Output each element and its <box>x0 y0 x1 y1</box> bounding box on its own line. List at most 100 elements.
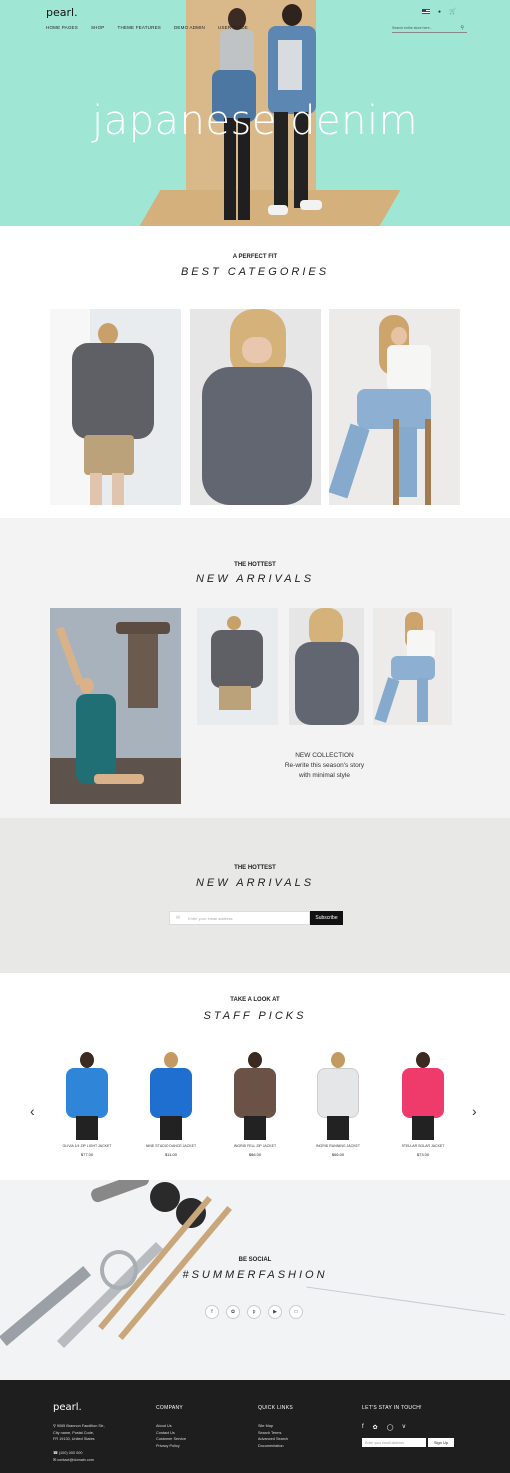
nav-demo-admin[interactable]: DEMO ADMIN <box>174 25 205 30</box>
carousel-prev-icon[interactable]: ‹ <box>30 1103 35 1119</box>
category-image-sweater-window[interactable] <box>50 309 181 505</box>
footer-address-line-2: City name, Postal Code, <box>53 1430 94 1435</box>
footer-address-line-3: FR 19130, United States <box>53 1437 95 1442</box>
search-placeholder: Search entire store here... <box>392 26 433 30</box>
product-card[interactable]: INGRID FELL ZIP JACKET $86.00 <box>220 1052 290 1157</box>
categories-kicker: A PERFECT FIT <box>232 254 278 260</box>
product-price: $86.00 <box>248 1152 262 1157</box>
product-card[interactable]: STELLAR SOLAR JACKET $73.00 <box>388 1052 458 1157</box>
product-name[interactable]: INGRID RUNNING JACKET <box>303 1144 373 1148</box>
newsletter-placeholder: Enter your email address <box>188 916 233 921</box>
newsletter-kicker: THE HOTTEST <box>234 865 276 871</box>
product-price: $11.00 <box>165 1152 177 1157</box>
footer-company-heading: COMPANY <box>156 1405 184 1411</box>
product-image[interactable] <box>52 1052 122 1140</box>
newsletter-section <box>0 818 510 973</box>
vimeo-icon[interactable]: v <box>402 1424 405 1431</box>
footer-address-line-1: 9065 Brannon Faudition Str., <box>56 1424 106 1428</box>
footer-stay-heading: LET'S STAY IN TOUCH! <box>362 1405 422 1411</box>
footer-link-documentation[interactable]: Documentation <box>258 1443 288 1450</box>
arrivals-feature-image[interactable] <box>50 608 181 804</box>
newsletter-title: NEW ARRIVALS <box>195 877 315 889</box>
footer-link-advanced-search[interactable]: Advanced Search <box>258 1436 288 1443</box>
product-card[interactable]: NINE STUDIO DANCE JACKET $11.00 <box>136 1052 206 1157</box>
twitter-icon[interactable]: ✿ <box>373 1424 378 1431</box>
header-utilities: ● 🛒 <box>422 8 457 15</box>
newsletter-email-input[interactable]: ✉ Enter your email address <box>169 911 310 925</box>
chat-icon[interactable]: □ <box>289 1305 303 1319</box>
facebook-icon[interactable]: f <box>362 1424 364 1431</box>
footer-email[interactable]: contact@domain.com <box>57 1458 94 1462</box>
social-kicker: BE SOCIAL <box>238 1257 272 1263</box>
product-name[interactable]: INGRID FELL ZIP JACKET <box>220 1144 290 1148</box>
nav-user-guide[interactable]: USER GUIDE <box>218 25 248 30</box>
category-image-sweater-closeup[interactable] <box>190 309 321 505</box>
footer-quick-links: Site Map Search Terms Advanced Search Do… <box>258 1423 288 1449</box>
arrivals-kicker: THE HOTTEST <box>234 562 276 568</box>
categories-title: BEST CATEGORIES <box>180 266 330 278</box>
subscribe-button[interactable]: Subscribe <box>310 911 343 925</box>
search-icon[interactable]: ⚲ <box>460 25 464 31</box>
footer-company-links: About Us Contact Us Customer Service Pri… <box>156 1423 186 1449</box>
product-jacket <box>402 1068 444 1118</box>
collection-line-2: with minimal style <box>299 772 350 779</box>
search-input[interactable]: Search entire store here... ⚲ <box>392 24 467 33</box>
collection-line-1: Re-write this season's story <box>284 762 365 769</box>
product-image[interactable] <box>136 1052 206 1140</box>
brand-logo[interactable]: pearl. <box>46 6 78 19</box>
user-icon[interactable]: ● <box>438 9 441 15</box>
arrivals-title: NEW ARRIVALS <box>195 573 315 585</box>
footer-brand[interactable]: pearl. <box>53 1402 82 1413</box>
footer-social-icons: f ✿ ◯ v <box>362 1424 405 1431</box>
cart-icon[interactable]: 🛒 <box>449 8 456 15</box>
product-name[interactable]: NINE STUDIO DANCE JACKET <box>136 1144 206 1148</box>
footer-phone[interactable]: (100) 000 000 <box>59 1451 83 1455</box>
social-title: #SUMMERFASHION <box>182 1269 328 1281</box>
footer: pearl. ⚲ 9065 Brannon Faudition Str., Ci… <box>0 1380 510 1473</box>
product-name[interactable]: STELLAR SOLAR JACKET <box>388 1144 458 1148</box>
arrivals-image-2[interactable] <box>289 608 364 725</box>
nav-theme-features[interactable]: THEME FEATURES <box>118 25 161 30</box>
collection-heading: NEW COLLECTION <box>295 752 354 759</box>
product-card[interactable]: OLIVIA 1/4 ZIP LIGHT JACKET $77.00 <box>52 1052 122 1157</box>
pinterest-icon[interactable]: p <box>247 1305 261 1319</box>
footer-link-search-terms[interactable]: Search Terms <box>258 1430 288 1437</box>
staff-kicker: TAKE A LOOK AT <box>230 997 280 1003</box>
hero-banner: pearl. HOME PAGES SHOP THEME FEATURES DE… <box>0 0 510 226</box>
product-image[interactable] <box>303 1052 373 1140</box>
footer-email-input[interactable]: Enter your email address <box>362 1438 426 1447</box>
nav-home-pages[interactable]: HOME PAGES <box>46 25 78 30</box>
staff-title: STAFF PICKS <box>203 1010 307 1022</box>
product-image[interactable] <box>388 1052 458 1140</box>
carousel-next-icon[interactable]: › <box>472 1103 477 1119</box>
footer-contact: ☎ (100) 000 000 ✉ contact@domain.com <box>53 1450 94 1463</box>
nav-shop[interactable]: SHOP <box>91 25 105 30</box>
hero-title: japanese denim <box>91 98 419 144</box>
arrivals-image-3[interactable] <box>373 608 452 725</box>
sign-up-button[interactable]: Sign Up <box>428 1438 454 1447</box>
twitter-icon[interactable]: ✿ <box>226 1305 240 1319</box>
arrivals-image-1[interactable] <box>197 608 278 725</box>
product-price: $66.00 <box>331 1152 345 1157</box>
product-jacket <box>234 1068 276 1118</box>
product-price: $73.00 <box>416 1152 430 1157</box>
product-name[interactable]: OLIVIA 1/4 ZIP LIGHT JACKET <box>52 1144 122 1148</box>
footer-link-privacy[interactable]: Privacy Policy <box>156 1443 186 1450</box>
facebook-icon[interactable]: f <box>205 1305 219 1319</box>
category-image-jeans[interactable] <box>329 309 460 505</box>
product-price: $77.00 <box>80 1152 94 1157</box>
footer-link-contact[interactable]: Contact Us <box>156 1430 186 1437</box>
mail-icon: ✉ <box>176 915 181 921</box>
product-jacket <box>66 1068 108 1118</box>
footer-quick-heading: QUICK LINKS <box>258 1405 293 1411</box>
instagram-icon[interactable]: ◯ <box>387 1424 394 1431</box>
footer-link-about[interactable]: About Us <box>156 1423 186 1430</box>
product-card[interactable]: INGRID RUNNING JACKET $66.00 <box>303 1052 373 1157</box>
footer-link-customer-service[interactable]: Customer Service <box>156 1436 186 1443</box>
product-image[interactable] <box>220 1052 290 1140</box>
youtube-icon[interactable]: ▶ <box>268 1305 282 1319</box>
product-jacket <box>317 1068 359 1118</box>
footer-link-site-map[interactable]: Site Map <box>258 1423 288 1430</box>
flag-us-icon[interactable] <box>422 9 430 14</box>
main-nav: HOME PAGES SHOP THEME FEATURES DEMO ADMI… <box>46 25 248 30</box>
